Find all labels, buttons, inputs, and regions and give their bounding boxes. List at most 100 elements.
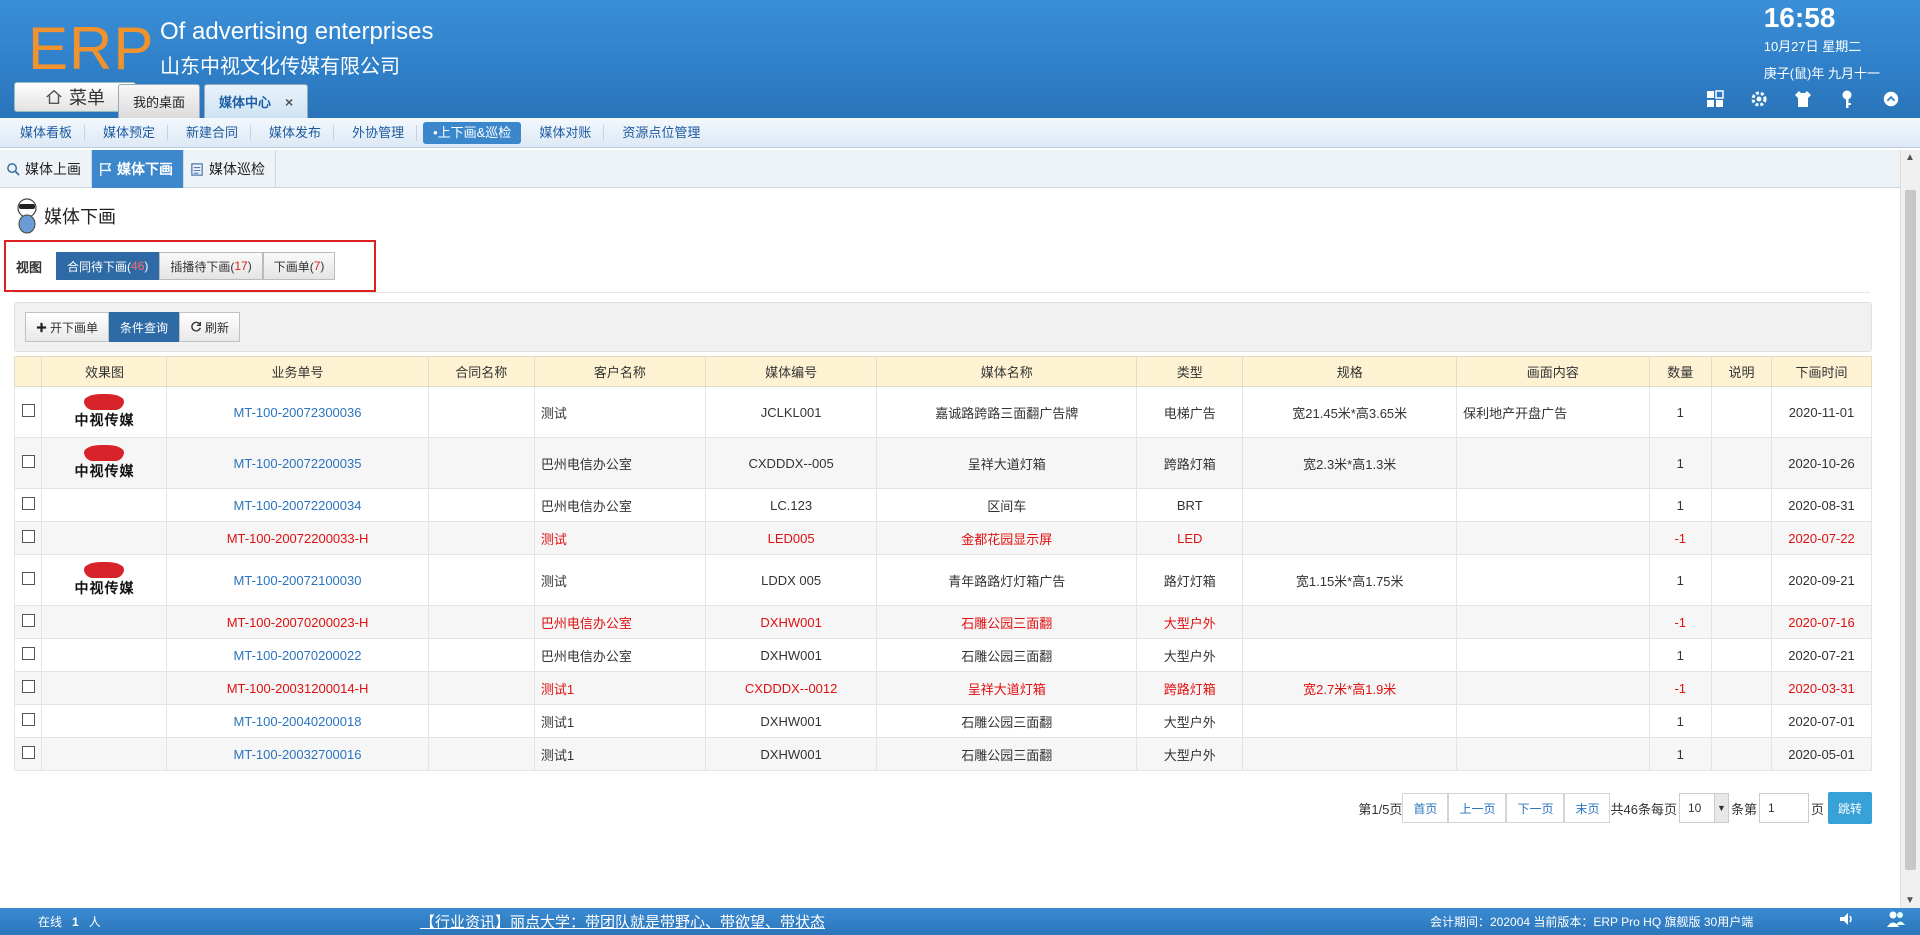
order-number-link[interactable]: MT-100-20070200022 bbox=[234, 648, 362, 663]
vertical-scrollbar[interactable]: ▲ ▼ bbox=[1900, 150, 1920, 908]
nav-new-contract[interactable]: 新建合同 bbox=[174, 124, 252, 141]
order-number-link[interactable]: MT-100-20040200018 bbox=[234, 714, 362, 729]
media-logo-thumbnail[interactable]: 中视传媒 bbox=[74, 445, 134, 481]
row-checkbox[interactable] bbox=[21, 572, 35, 585]
tab-my-desktop[interactable]: 我的桌面 bbox=[118, 84, 201, 118]
order-number-link[interactable]: MT-100-20072100030 bbox=[234, 573, 362, 588]
nav-media-booking[interactable]: 媒体预定 bbox=[91, 124, 169, 141]
order-number-cell: MT-100-20072200035 bbox=[166, 437, 429, 489]
view-insert-pending[interactable]: 插播待下画(17) bbox=[159, 252, 263, 280]
row-checkbox[interactable] bbox=[21, 404, 35, 417]
nav-outsourcing[interactable]: 外协管理 bbox=[340, 124, 418, 141]
prev-page-button[interactable]: 上一页 bbox=[1448, 793, 1507, 823]
contract-name-cell bbox=[427, 638, 535, 672]
refresh-button[interactable]: 刷新 bbox=[179, 312, 241, 342]
media-code-cell: DXHW001 bbox=[705, 638, 878, 672]
spec-cell bbox=[1242, 521, 1458, 555]
row-checkbox[interactable] bbox=[21, 647, 35, 660]
nav-media-board[interactable]: 媒体看板 bbox=[8, 124, 86, 141]
apps-grid-icon[interactable] bbox=[1704, 88, 1726, 110]
table-row[interactable]: 中视传媒 MT-100-20072200035 巴州电信办公室 CXDDDX--005… bbox=[13, 437, 1873, 489]
nav-media-publish[interactable]: 媒体发布 bbox=[257, 124, 335, 141]
table-row[interactable]: MT-100-20070200022 巴州电信办公室 DXHW001 石雕公园三面翻大… bbox=[13, 638, 1873, 672]
gear-icon[interactable] bbox=[1748, 88, 1770, 110]
content-cell bbox=[1456, 737, 1650, 771]
content-cell bbox=[1456, 638, 1650, 672]
row-checkbox[interactable] bbox=[21, 530, 35, 543]
table-row[interactable]: MT-100-20072200034 巴州电信办公室 LC.123 区间车 BRT 1 20… bbox=[13, 488, 1873, 522]
table-row[interactable]: 中视传媒 MT-100-20072100030 测试 LDDX 005 青年路路灯灯箱广… bbox=[13, 554, 1873, 606]
media-name-cell: 石雕公园三面翻 bbox=[876, 704, 1138, 738]
first-page-button[interactable]: 首页 bbox=[1402, 793, 1449, 823]
table-row[interactable]: MT-100-20031200014-H 测试1 CXDDDX--0012 呈祥大道灯… bbox=[13, 671, 1873, 705]
tab-media-center[interactable]: 媒体中心 × bbox=[204, 84, 309, 118]
view-contract-pending[interactable]: 合同待下画(46) bbox=[56, 252, 160, 280]
media-logo-thumbnail[interactable]: 中视传媒 bbox=[74, 394, 134, 430]
sub-tabs: 媒体上画 媒体下画 媒体巡检 bbox=[0, 150, 1920, 188]
subtab-label: 媒体巡检 bbox=[209, 161, 265, 177]
order-number-cell: MT-100-20032700016 bbox=[166, 737, 429, 771]
spec-cell: 宽2.7米*高1.9米 bbox=[1242, 671, 1458, 705]
scroll-up-icon[interactable]: ▲ bbox=[1905, 152, 1915, 163]
media-name-cell: 呈祥大道灯箱 bbox=[876, 671, 1138, 705]
nav-resource-points[interactable]: 资源点位管理 bbox=[610, 125, 712, 141]
view-removal-orders[interactable]: 下画单(7) bbox=[262, 252, 336, 280]
last-page-button[interactable]: 末页 bbox=[1564, 793, 1611, 823]
subtab-media-install[interactable]: 媒体上画 bbox=[0, 150, 92, 188]
order-number-link[interactable]: MT-100-20072200034 bbox=[234, 498, 362, 513]
logo-mark-icon bbox=[84, 562, 125, 578]
close-icon[interactable]: × bbox=[285, 94, 293, 110]
go-button[interactable]: 跳转 bbox=[1827, 792, 1872, 824]
order-number-link[interactable]: MT-100-20072200035 bbox=[234, 456, 362, 471]
collapse-up-icon[interactable] bbox=[1880, 88, 1902, 110]
quantity-cell: 1 bbox=[1648, 638, 1712, 672]
create-removal-order-button[interactable]: 开下画单 bbox=[25, 312, 110, 342]
subtab-media-remove[interactable]: 媒体下画 bbox=[92, 150, 184, 188]
users-icon[interactable] bbox=[1886, 910, 1906, 933]
nav-media-reconcile[interactable]: 媒体对账 bbox=[527, 124, 605, 141]
table-row[interactable]: 中视传媒 MT-100-20072300036 测试 JCLKL001 嘉诚路跨路三面翻… bbox=[13, 386, 1873, 438]
row-checkbox[interactable] bbox=[21, 497, 35, 510]
key-icon[interactable] bbox=[1836, 88, 1858, 110]
view-switcher: 视图 合同待下画(46) 插播待下画(17) 下画单(7) bbox=[4, 240, 376, 292]
media-logo-thumbnail[interactable]: 中视传媒 bbox=[74, 562, 134, 598]
media-code-cell: LDDX 005 bbox=[705, 554, 878, 606]
row-checkbox[interactable] bbox=[21, 746, 35, 759]
order-number-link[interactable]: MT-100-20031200014-H bbox=[227, 681, 369, 696]
order-number-link[interactable]: MT-100-20072200033-H bbox=[227, 531, 369, 546]
order-number-link[interactable]: MT-100-20032700016 bbox=[234, 747, 362, 762]
speaker-icon[interactable] bbox=[1838, 910, 1856, 933]
news-ticker-link[interactable]: 【行业资讯】丽点大学：带团队就是带野心、带欲望、带状态 bbox=[420, 911, 825, 932]
per-page-select[interactable]: 10 ▼ bbox=[1678, 793, 1729, 823]
table-row[interactable]: MT-100-20070200023-H 巴州电信办公室 DXHW001 石雕公园三面… bbox=[13, 605, 1873, 639]
table-row[interactable]: MT-100-20032700016 测试1 DXHW001 石雕公园三面翻 大型户外 1… bbox=[13, 737, 1873, 771]
table-row[interactable]: MT-100-20072200033-H 测试 LED005 金都花园显示屏 LED -1… bbox=[13, 521, 1873, 555]
order-number-link[interactable]: MT-100-20070200023-H bbox=[227, 615, 369, 630]
row-checkbox-cell bbox=[13, 704, 43, 738]
order-number-cell: MT-100-20072300036 bbox=[166, 386, 429, 438]
scroll-thumb[interactable] bbox=[1905, 190, 1916, 870]
logo-text: 中视传媒 bbox=[74, 463, 135, 479]
media-type-cell: 跨路灯箱 bbox=[1136, 437, 1244, 489]
order-number-link[interactable]: MT-100-20072300036 bbox=[234, 405, 362, 420]
nav-install-inspect[interactable]: •上下画&巡检 bbox=[423, 121, 522, 144]
column-header: 画面内容 bbox=[1456, 356, 1650, 387]
page-number-input[interactable]: 1 bbox=[1758, 793, 1809, 823]
subtab-media-inspect[interactable]: 媒体巡检 bbox=[184, 150, 276, 188]
row-checkbox[interactable] bbox=[21, 455, 35, 468]
condition-query-button[interactable]: 条件查询 bbox=[109, 312, 180, 342]
row-checkbox[interactable] bbox=[21, 614, 35, 627]
column-header: 媒体编号 bbox=[705, 356, 878, 387]
removal-date-cell: 2020-08-31 bbox=[1770, 488, 1873, 522]
customer-name-cell: 巴州电信办公室 bbox=[533, 638, 707, 672]
scroll-down-icon[interactable]: ▼ bbox=[1905, 895, 1915, 906]
note-cell bbox=[1710, 521, 1772, 555]
shirt-icon[interactable] bbox=[1792, 88, 1814, 110]
effect-image-cell bbox=[41, 671, 168, 705]
row-checkbox[interactable] bbox=[21, 680, 35, 693]
next-page-button[interactable]: 下一页 bbox=[1506, 793, 1565, 823]
table-row[interactable]: MT-100-20040200018 测试1 DXHW001 石雕公园三面翻 大型户外 1… bbox=[13, 704, 1873, 738]
row-checkbox-cell bbox=[13, 737, 43, 771]
row-checkbox[interactable] bbox=[21, 713, 35, 726]
column-header: 媒体名称 bbox=[876, 356, 1138, 387]
